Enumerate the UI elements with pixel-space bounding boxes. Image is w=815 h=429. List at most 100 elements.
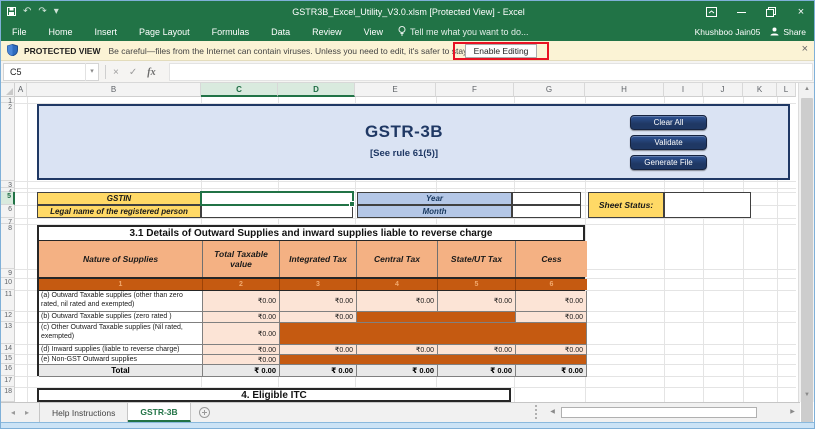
- row-header-5[interactable]: 5: [1, 192, 15, 205]
- row-header-12[interactable]: 12: [1, 311, 15, 322]
- column-header-F[interactable]: F: [436, 83, 514, 97]
- sheet-nav-right-icon[interactable]: ▸: [25, 408, 29, 417]
- selected-cell-C5[interactable]: [200, 191, 355, 207]
- tab-home[interactable]: Home: [38, 23, 84, 41]
- row-a-value-cell[interactable]: ₹0.00: [516, 291, 587, 312]
- ribbon-display-options-icon[interactable]: [696, 1, 726, 23]
- tell-me-box[interactable]: Tell me what you want to do...: [398, 26, 529, 38]
- row-header-6[interactable]: 6: [1, 205, 15, 218]
- row-header-10[interactable]: 10: [1, 278, 15, 290]
- vertical-scrollbar[interactable]: ▲ ▼: [798, 83, 814, 428]
- share-button[interactable]: Share: [770, 27, 806, 38]
- col-header-taxable: Total Taxable value: [203, 241, 280, 277]
- column-header-B[interactable]: B: [27, 83, 201, 97]
- row-header-17[interactable]: 17: [1, 376, 15, 387]
- validate-button[interactable]: Validate: [630, 135, 707, 150]
- month-value-cell[interactable]: [512, 205, 581, 218]
- row-e-value-cell[interactable]: ₹0.00: [203, 355, 280, 365]
- tab-review[interactable]: Review: [301, 23, 353, 41]
- row-d-value-cell[interactable]: ₹0.00: [203, 345, 280, 355]
- section-3-1-number-row: 1 2 3 4 5 6: [37, 279, 587, 290]
- gridline: [15, 181, 796, 182]
- vertical-scroll-thumb[interactable]: [801, 98, 813, 428]
- row-a-value-cell[interactable]: ₹0.00: [438, 291, 516, 312]
- row-header-14[interactable]: 14: [1, 344, 15, 354]
- tab-page-layout[interactable]: Page Layout: [128, 23, 201, 41]
- row-header-16[interactable]: 16: [1, 364, 15, 376]
- tab-insert[interactable]: Insert: [84, 23, 129, 41]
- row-c-value-cell[interactable]: ₹0.00: [203, 323, 280, 345]
- cancel-formula-icon[interactable]: ×: [113, 67, 119, 78]
- tab-scroll-splitter[interactable]: [535, 405, 539, 419]
- scroll-right-icon[interactable]: ▶: [786, 405, 799, 419]
- column-header-A[interactable]: A: [15, 83, 27, 97]
- row-header-9[interactable]: 9: [1, 269, 15, 278]
- legal-name-value-cell[interactable]: [201, 205, 353, 218]
- column-header-G[interactable]: G: [514, 83, 585, 97]
- formula-input[interactable]: [169, 63, 813, 81]
- scroll-down-icon[interactable]: ▼: [799, 389, 814, 402]
- scroll-left-icon[interactable]: ◀: [546, 405, 559, 419]
- col-header-nature: Nature of Supplies: [39, 241, 203, 277]
- column-header-C[interactable]: C: [201, 83, 278, 97]
- sheet-status-label: Sheet Status:: [588, 192, 664, 218]
- row-header-8[interactable]: 8: [1, 224, 15, 269]
- insert-function-icon[interactable]: fx: [147, 67, 155, 78]
- year-value-cell[interactable]: [512, 192, 581, 205]
- row-b-value-cell[interactable]: ₹0.00: [280, 312, 357, 323]
- tab-data[interactable]: Data: [260, 23, 301, 41]
- year-label: Year: [357, 192, 512, 205]
- row-d-value-cell[interactable]: ₹0.00: [516, 345, 587, 355]
- enter-formula-icon[interactable]: ✓: [129, 67, 137, 78]
- column-header-H[interactable]: H: [585, 83, 664, 97]
- scroll-up-icon[interactable]: ▲: [799, 83, 814, 96]
- column-header-L[interactable]: L: [777, 83, 796, 97]
- tab-file[interactable]: File: [1, 23, 38, 41]
- column-header-I[interactable]: I: [664, 83, 703, 97]
- row-a-label: (a) Outward Taxable supplies (other than…: [39, 291, 203, 312]
- row-header-2[interactable]: 2: [1, 103, 15, 181]
- enable-editing-button[interactable]: Enable Editing: [464, 44, 538, 58]
- new-sheet-icon[interactable]: [191, 403, 218, 422]
- row-header-15[interactable]: 15: [1, 354, 15, 364]
- restore-button[interactable]: [756, 1, 786, 23]
- window-controls: ×: [696, 1, 814, 23]
- protected-view-bar: PROTECTED VIEW Be careful—files from the…: [1, 41, 814, 61]
- row-a-value-cell[interactable]: ₹0.00: [203, 291, 280, 312]
- column-header-J[interactable]: J: [703, 83, 743, 97]
- row-d-value-cell[interactable]: ₹0.00: [280, 345, 357, 355]
- sheet-tab-help-instructions[interactable]: Help Instructions: [39, 403, 129, 422]
- sheet-tab-gstr3b[interactable]: GSTR-3B: [128, 403, 191, 422]
- protected-view-close-icon[interactable]: ×: [802, 43, 808, 55]
- generate-file-button[interactable]: Generate File: [630, 155, 707, 170]
- tab-formulas[interactable]: Formulas: [201, 23, 261, 41]
- column-header-D[interactable]: D: [278, 83, 355, 97]
- column-header-E[interactable]: E: [355, 83, 436, 97]
- close-button[interactable]: ×: [786, 1, 814, 23]
- horizontal-scrollbar[interactable]: ◀ ▶: [546, 405, 799, 419]
- row-header-11[interactable]: 11: [1, 290, 15, 311]
- clear-all-button[interactable]: Clear All: [630, 115, 707, 130]
- horizontal-scroll-thumb[interactable]: [561, 406, 757, 418]
- name-box-dropdown-icon[interactable]: ▾: [85, 63, 98, 81]
- row-header-18[interactable]: 18: [1, 387, 15, 402]
- minimize-button[interactable]: [726, 1, 756, 23]
- form-banner: GSTR-3B [See rule 61(5)] Clear All Valid…: [37, 104, 790, 180]
- select-all-corner[interactable]: [1, 83, 15, 97]
- enable-editing-highlight: Enable Editing: [453, 42, 549, 60]
- row-d-value-cell[interactable]: ₹0.00: [357, 345, 438, 355]
- row-a-value-cell[interactable]: ₹0.00: [357, 291, 438, 312]
- row-d-value-cell[interactable]: ₹0.00: [438, 345, 516, 355]
- tab-view[interactable]: View: [353, 23, 394, 41]
- column-header-K[interactable]: K: [743, 83, 777, 97]
- row-header-13[interactable]: 13: [1, 322, 15, 344]
- user-name[interactable]: Khushboo Jain05: [695, 27, 761, 37]
- gstin-label: GSTIN: [37, 192, 201, 205]
- row-b-value-cell[interactable]: ₹0.00: [203, 312, 280, 323]
- total-value-cell: ₹ 0.00: [280, 365, 357, 377]
- row-a-value-cell[interactable]: ₹0.00: [280, 291, 357, 312]
- sheet-status-value-cell[interactable]: [664, 192, 751, 218]
- row-header-3[interactable]: 3: [1, 181, 15, 189]
- sheet-nav-left-icon[interactable]: ◂: [11, 408, 15, 417]
- row-b-value-cell[interactable]: ₹0.00: [516, 312, 587, 323]
